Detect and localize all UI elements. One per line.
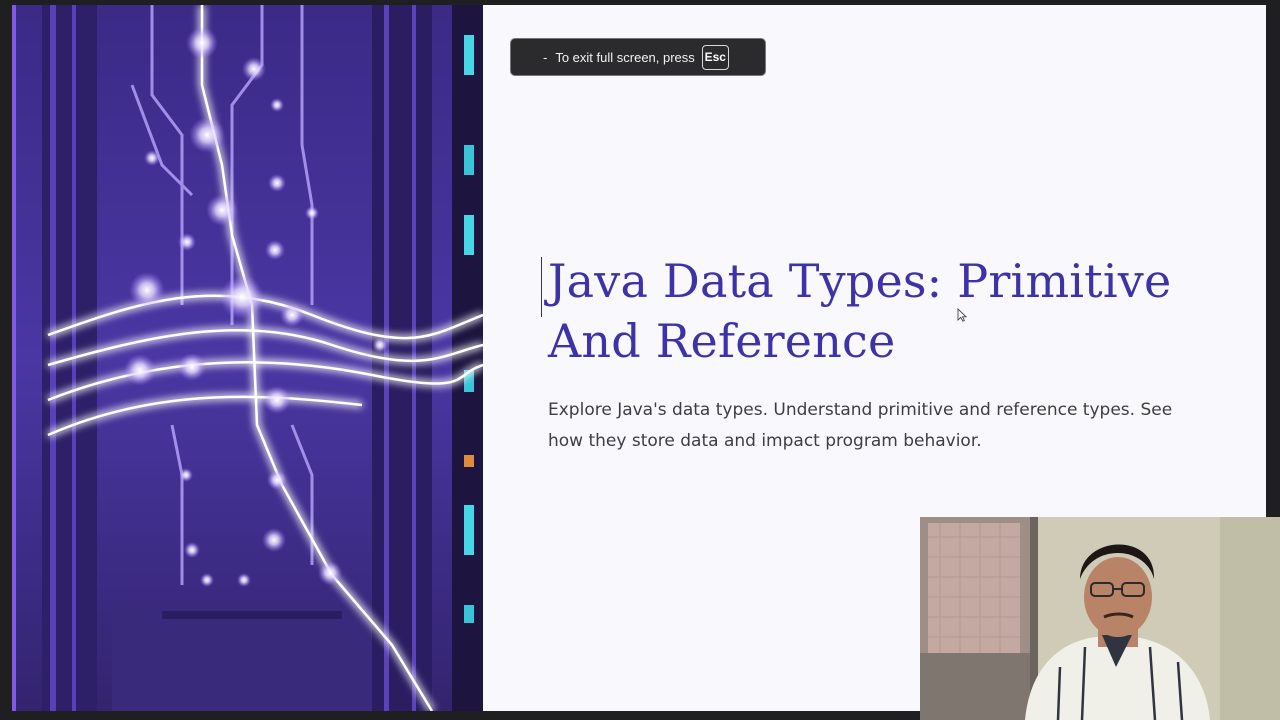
notice-text: To exit full screen, press xyxy=(555,49,695,65)
slide-subtitle: Explore Java's data types. Understand pr… xyxy=(548,400,1173,451)
presenter-webcam xyxy=(920,517,1280,720)
notice-dash: - xyxy=(543,49,548,65)
text-caret xyxy=(541,257,542,317)
presentation-screen: Java Data Types: Primitive And Reference… xyxy=(0,0,1280,720)
slide-hero-image xyxy=(12,5,483,711)
esc-key-badge: Esc xyxy=(701,44,729,70)
fullscreen-exit-notice: - To exit full screen, press Esc xyxy=(510,38,766,76)
slide-title-line-2: And Reference xyxy=(548,314,896,368)
slide-title: Java Data Types: Primitive And Reference xyxy=(548,251,1228,371)
slide-title-line-1: Java Data Types: Primitive xyxy=(548,254,1172,308)
title-block: Java Data Types: Primitive And Reference… xyxy=(541,251,1228,457)
mouse-pointer-icon xyxy=(957,308,967,322)
